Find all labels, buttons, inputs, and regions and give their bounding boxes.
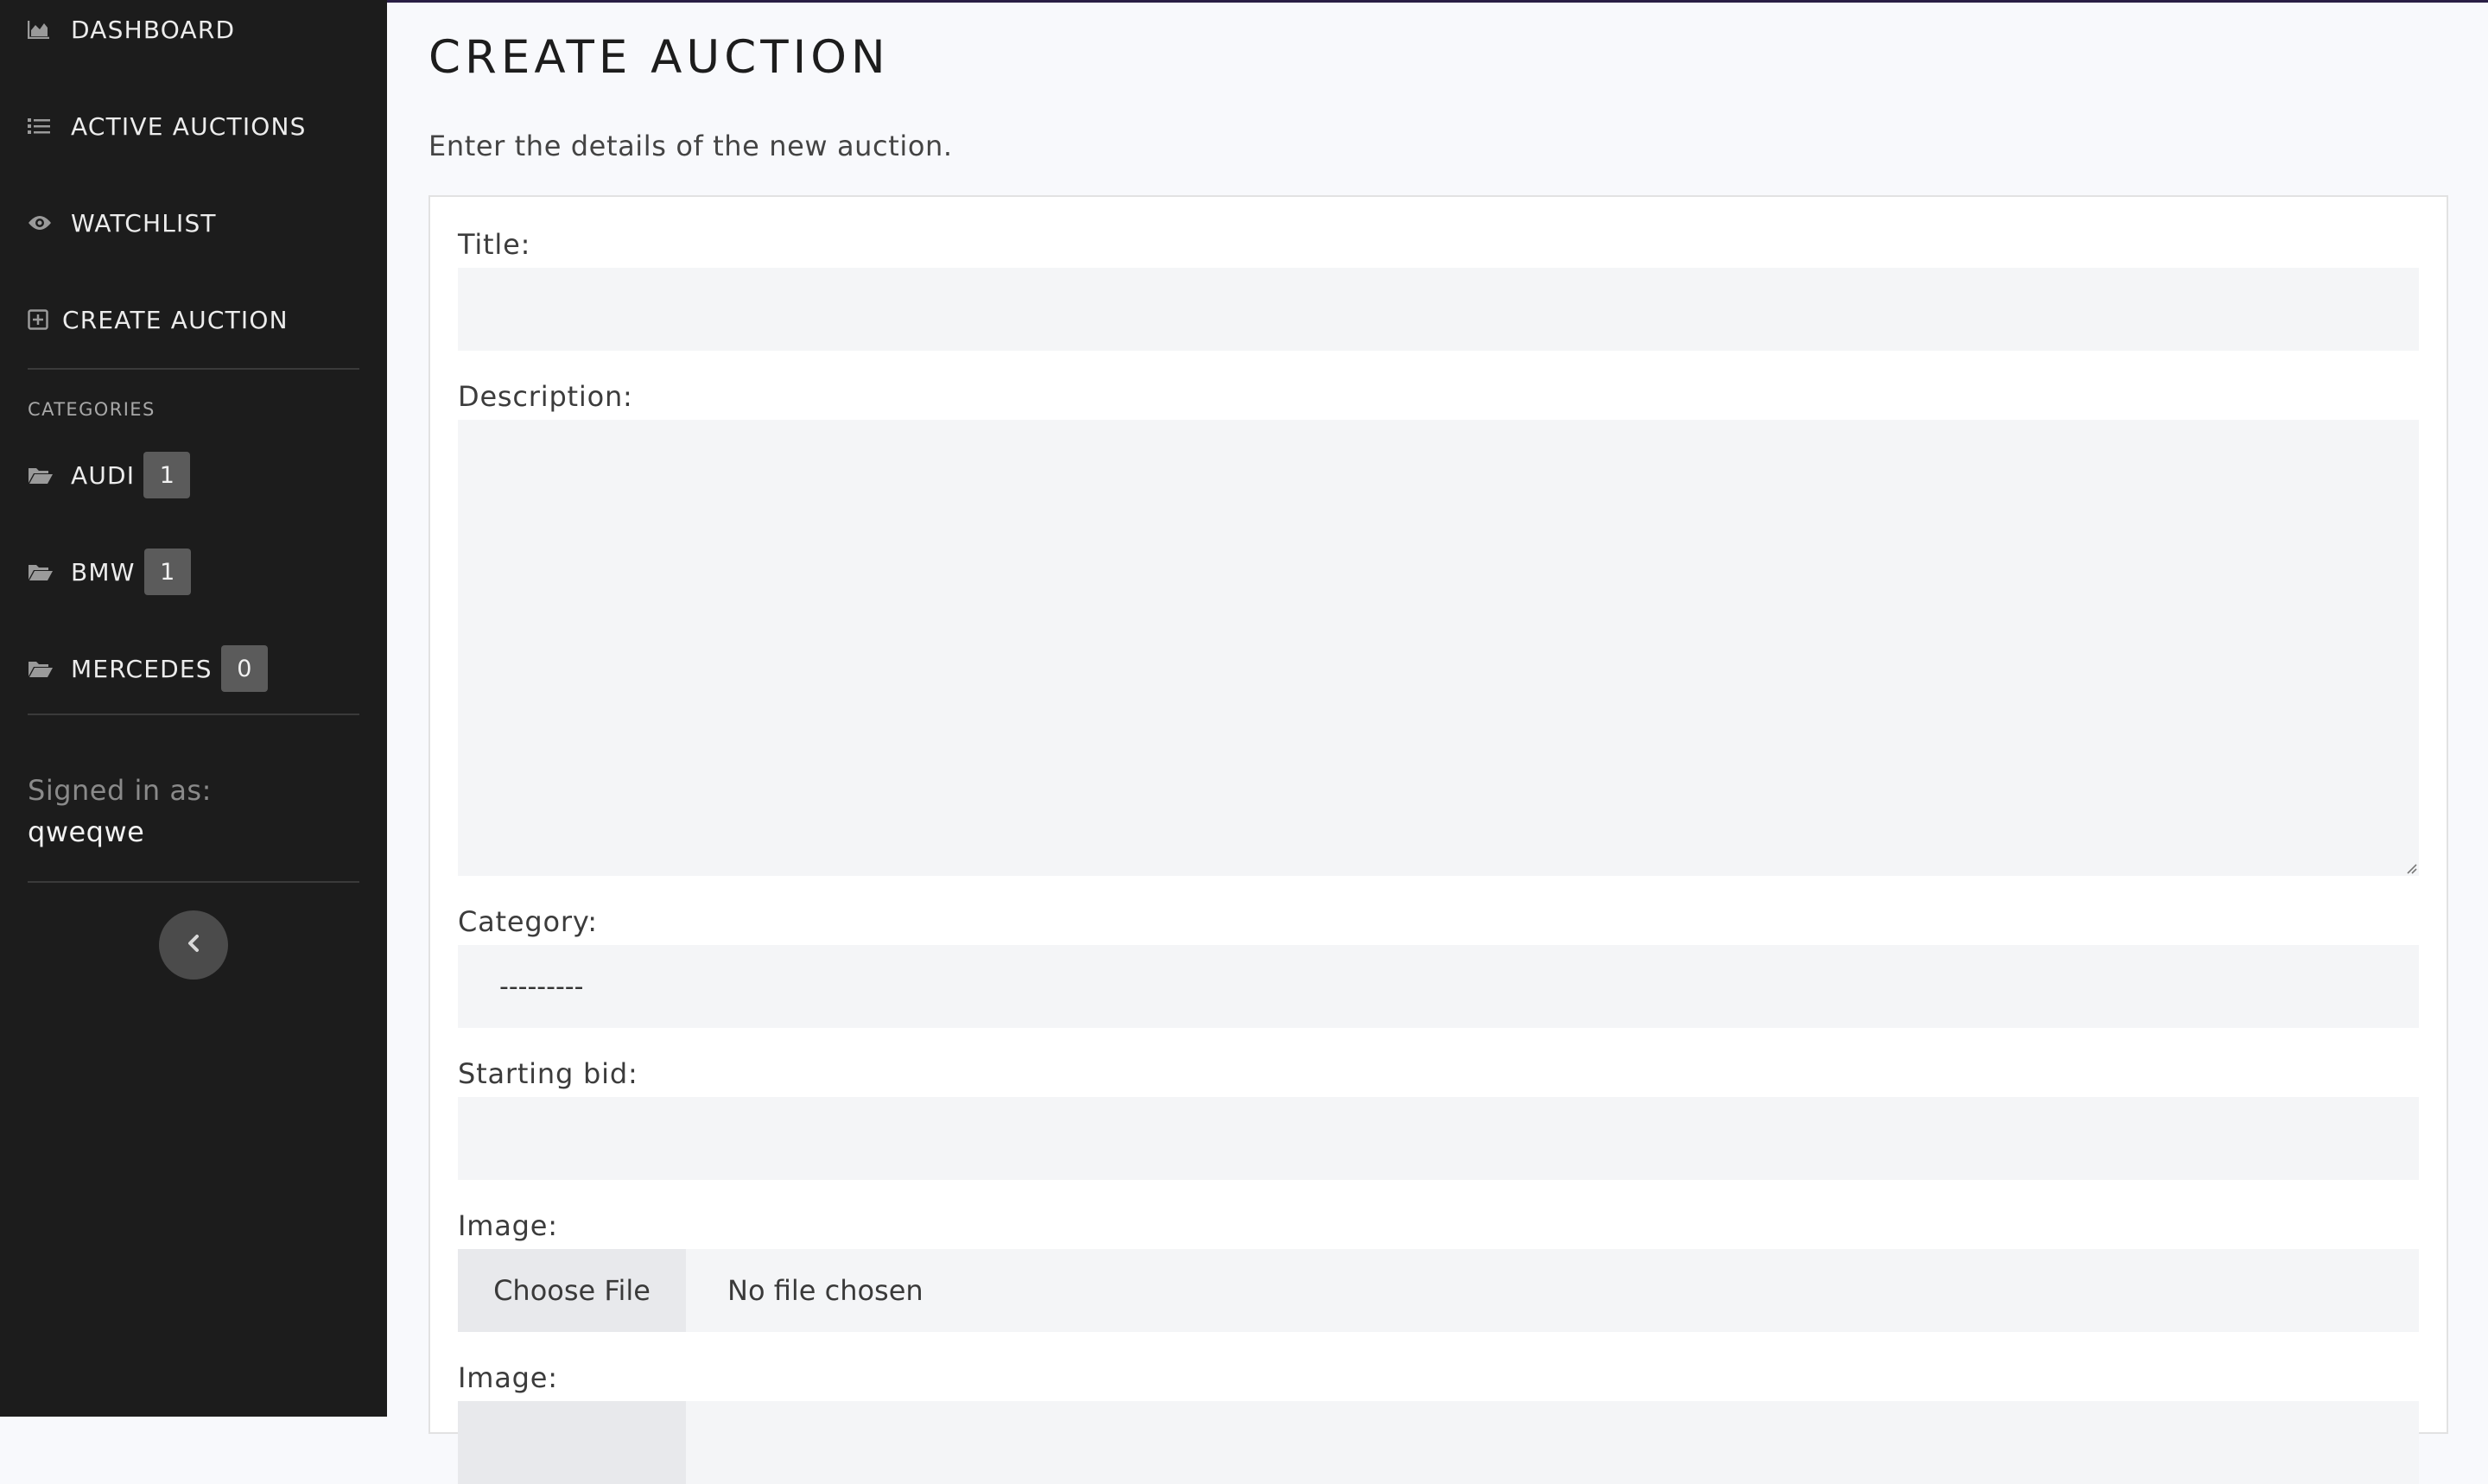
file-status-text: No file chosen bbox=[727, 1274, 923, 1307]
resize-grip-icon[interactable] bbox=[2403, 860, 2417, 874]
nav-item-watchlist[interactable]: WATCHLIST bbox=[28, 206, 217, 240]
sidebar-divider bbox=[28, 713, 359, 715]
image-file-input-2[interactable] bbox=[458, 1401, 2419, 1484]
nav-label-active-auctions: ACTIVE AUCTIONS bbox=[71, 111, 307, 141]
category-selected-value: --------- bbox=[499, 971, 584, 1002]
category-label-mercedes: MERCEDES bbox=[71, 654, 213, 683]
signed-in-label: Signed in as: bbox=[28, 774, 212, 807]
category-count-badge: 0 bbox=[220, 645, 268, 692]
starting-bid-label: Starting bid: bbox=[458, 1057, 638, 1090]
category-label-bmw: BMW bbox=[71, 557, 136, 587]
category-select[interactable]: --------- bbox=[458, 945, 2419, 1028]
category-item-mercedes[interactable]: MERCEDES 0 bbox=[28, 644, 268, 693]
description-textarea[interactable] bbox=[458, 420, 2419, 876]
category-label: Category: bbox=[458, 905, 598, 938]
nav-item-dashboard[interactable]: DASHBOARD bbox=[28, 12, 235, 47]
chevron-left-icon bbox=[186, 934, 201, 956]
category-label-audi: AUDI bbox=[71, 460, 136, 490]
folder-open-icon bbox=[28, 464, 54, 486]
sidebar-collapse-button[interactable] bbox=[159, 910, 228, 980]
image-label: Image: bbox=[458, 1209, 558, 1242]
folder-open-icon bbox=[28, 561, 54, 583]
category-item-audi[interactable]: AUDI 1 bbox=[28, 451, 191, 499]
list-icon bbox=[28, 115, 54, 137]
nav-label-dashboard: DASHBOARD bbox=[71, 15, 236, 44]
category-item-bmw[interactable]: BMW 1 bbox=[28, 548, 191, 596]
sidebar: DASHBOARD ACTIVE AUCTIONS WATCHLIST CREA… bbox=[0, 0, 387, 1417]
description-label: Description: bbox=[458, 380, 633, 413]
image-file-input[interactable]: Choose File No file chosen bbox=[458, 1249, 2419, 1332]
title-input[interactable] bbox=[458, 268, 2419, 351]
sidebar-divider bbox=[28, 881, 359, 883]
nav-item-create-auction[interactable]: CREATE AUCTION bbox=[28, 302, 289, 337]
image-label-2: Image: bbox=[458, 1361, 558, 1394]
sidebar-divider bbox=[28, 368, 359, 370]
categories-heading: CATEGORIES bbox=[28, 399, 156, 420]
choose-file-button[interactable]: Choose File bbox=[458, 1249, 686, 1332]
nav-item-active-auctions[interactable]: ACTIVE AUCTIONS bbox=[28, 109, 307, 143]
page-subtitle: Enter the details of the new auction. bbox=[428, 130, 953, 162]
eye-icon bbox=[28, 212, 54, 234]
plus-square-icon bbox=[28, 308, 50, 331]
page-title: CREATE AUCTION bbox=[428, 31, 890, 84]
category-count-badge: 1 bbox=[143, 549, 191, 595]
create-auction-form: Title: Description: Category: --------- … bbox=[428, 195, 2448, 1484]
nav-label-create-auction: CREATE AUCTION bbox=[62, 305, 289, 334]
folder-open-icon bbox=[28, 657, 54, 680]
nav-label-watchlist: WATCHLIST bbox=[71, 208, 217, 238]
choose-file-button-2[interactable] bbox=[458, 1401, 686, 1484]
username: qweqwe bbox=[28, 815, 145, 848]
title-label: Title: bbox=[458, 228, 531, 261]
area-chart-icon bbox=[28, 18, 54, 41]
category-count-badge: 1 bbox=[143, 452, 191, 498]
starting-bid-input[interactable] bbox=[458, 1097, 2419, 1180]
main-content: CREATE AUCTION Enter the details of the … bbox=[387, 0, 2488, 1484]
